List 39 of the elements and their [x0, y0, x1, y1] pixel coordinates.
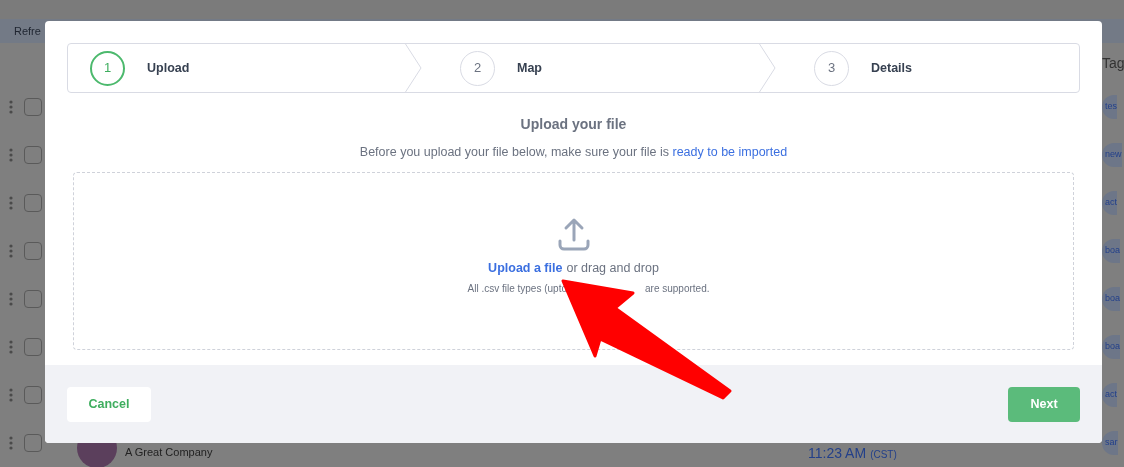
row-checkbox[interactable] [24, 386, 42, 404]
row-checkbox[interactable] [24, 242, 42, 260]
timezone-text: (CST) [870, 448, 897, 462]
drag-drop-text: or drag and drop [566, 259, 659, 277]
row-checkbox[interactable] [24, 146, 42, 164]
tag-chip: act [1102, 191, 1117, 215]
import-guide-link[interactable]: ready to be imported [672, 145, 788, 159]
column-header: Tag [1102, 53, 1124, 73]
tag-chip: act [1102, 383, 1117, 407]
file-type-hint: are supported. [645, 281, 710, 296]
instructions-text: Before you upload your file below, make sure your file is ready to be imported [359, 144, 788, 161]
drag-handle-icon[interactable] [9, 244, 13, 258]
company-name: A Great Company [125, 445, 213, 460]
row-checkbox[interactable] [24, 290, 42, 308]
step-tab[interactable]: 1 Upload [68, 44, 405, 92]
time-text: 11:23 AM [808, 444, 867, 463]
row-checkbox[interactable] [24, 338, 42, 356]
row-checkbox[interactable] [24, 434, 42, 452]
drag-handle-icon[interactable] [9, 148, 13, 162]
dialog-heading: Upload your file [520, 115, 627, 134]
cancel-button[interactable]: Cancel [67, 386, 151, 422]
row-checkbox[interactable] [24, 98, 42, 116]
drag-handle-icon[interactable] [9, 292, 13, 306]
tag-chip: tes [1102, 95, 1117, 119]
drag-handle-icon[interactable] [9, 340, 13, 354]
row-checkbox[interactable] [24, 194, 42, 212]
upload-link[interactable]: Upload a file [488, 258, 563, 278]
tag-chip: sar [1102, 431, 1118, 455]
drag-handle-icon[interactable] [9, 196, 13, 210]
drag-handle-icon[interactable] [9, 388, 13, 402]
tag-chip: boa [1102, 239, 1121, 263]
toolbar-label: Refre [14, 23, 41, 39]
drag-handle-icon[interactable] [9, 100, 13, 114]
tag-chip: boa [1102, 335, 1121, 359]
tag-chip: boa [1102, 287, 1121, 311]
drag-handle-icon[interactable] [9, 436, 13, 450]
step-tab[interactable]: 3 Details [776, 44, 1079, 92]
step-tab[interactable]: 2 Map [422, 44, 759, 92]
tag-chip: new [1102, 143, 1122, 167]
